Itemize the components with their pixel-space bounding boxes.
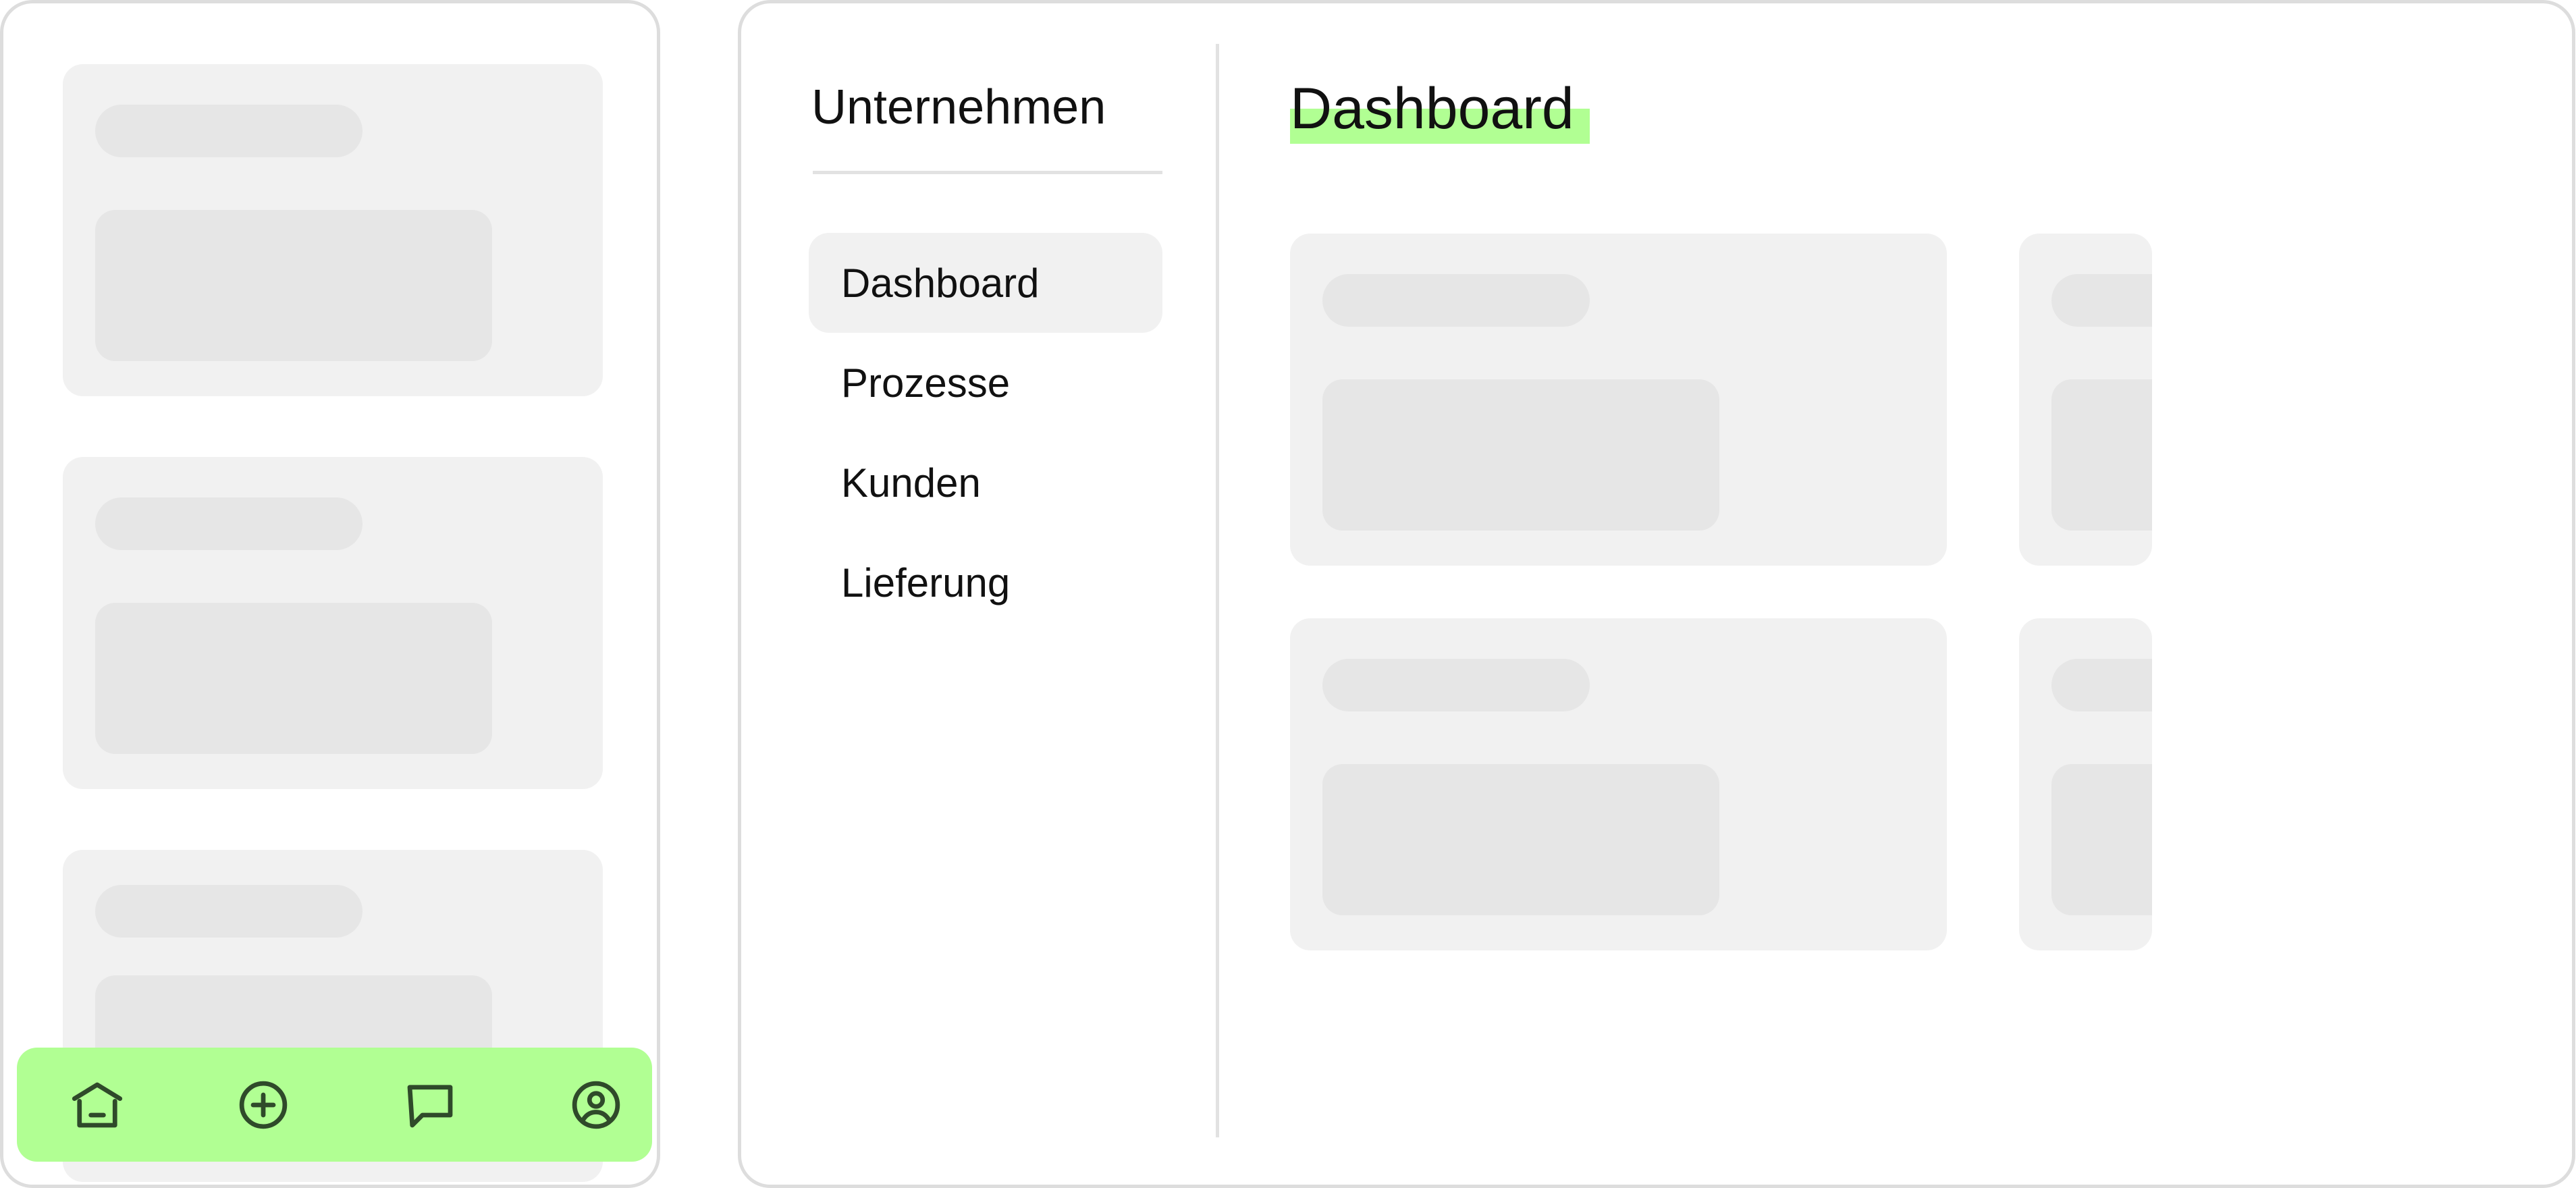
sidebar-item-label: Kunden <box>841 460 981 506</box>
skeleton-card <box>63 64 603 396</box>
skeleton-title <box>1322 659 1590 711</box>
divider <box>813 171 1162 174</box>
sidebar-nav: Dashboard Prozesse Kunden Lieferung <box>809 233 1162 632</box>
skeleton-title <box>2051 659 2152 711</box>
skeleton-title <box>95 105 363 157</box>
sidebar-item-label: Dashboard <box>841 260 1040 306</box>
skeleton-card <box>1290 234 1947 566</box>
sidebar-divider <box>1216 44 1219 1137</box>
skeleton-content <box>2051 379 2152 531</box>
bottom-nav-bar <box>17 1048 652 1162</box>
skeleton-title <box>2051 274 2152 327</box>
message-icon <box>407 1084 453 1127</box>
skeleton-card <box>2019 234 2152 566</box>
nav-home-button[interactable] <box>47 1048 148 1162</box>
nav-add-button[interactable] <box>213 1048 314 1162</box>
skeleton-content <box>95 210 492 361</box>
sidebar-item-prozesse[interactable]: Prozesse <box>809 333 1162 433</box>
skeleton-title <box>95 885 363 938</box>
page-title: Dashboard <box>1290 76 1574 141</box>
nav-messages-button[interactable] <box>379 1048 481 1162</box>
sidebar-item-label: Prozesse <box>841 360 1011 406</box>
sidebar-item-kunden[interactable]: Kunden <box>809 433 1162 533</box>
sidebar-item-dashboard[interactable]: Dashboard <box>809 233 1162 333</box>
sidebar-item-label: Lieferung <box>841 560 1011 605</box>
home-icon <box>72 1082 123 1127</box>
mobile-frame <box>0 0 660 1188</box>
desktop-frame: Unternehmen Dashboard Prozesse Kunden Li… <box>738 0 2575 1188</box>
skeleton-title <box>1322 274 1590 327</box>
skeleton-content <box>1322 379 1719 531</box>
skeleton-card <box>63 457 603 789</box>
skeleton-content <box>2051 764 2152 915</box>
plus-circle-icon <box>239 1081 288 1129</box>
sidebar-title: Unternehmen <box>811 80 1106 134</box>
user-circle-icon <box>572 1081 620 1129</box>
skeleton-content <box>1322 764 1719 915</box>
skeleton-title <box>95 497 363 550</box>
skeleton-card <box>1290 618 1947 950</box>
skeleton-content <box>95 603 492 754</box>
nav-profile-button[interactable] <box>545 1048 647 1162</box>
skeleton-card <box>2019 618 2152 950</box>
sidebar-item-lieferung[interactable]: Lieferung <box>809 533 1162 632</box>
